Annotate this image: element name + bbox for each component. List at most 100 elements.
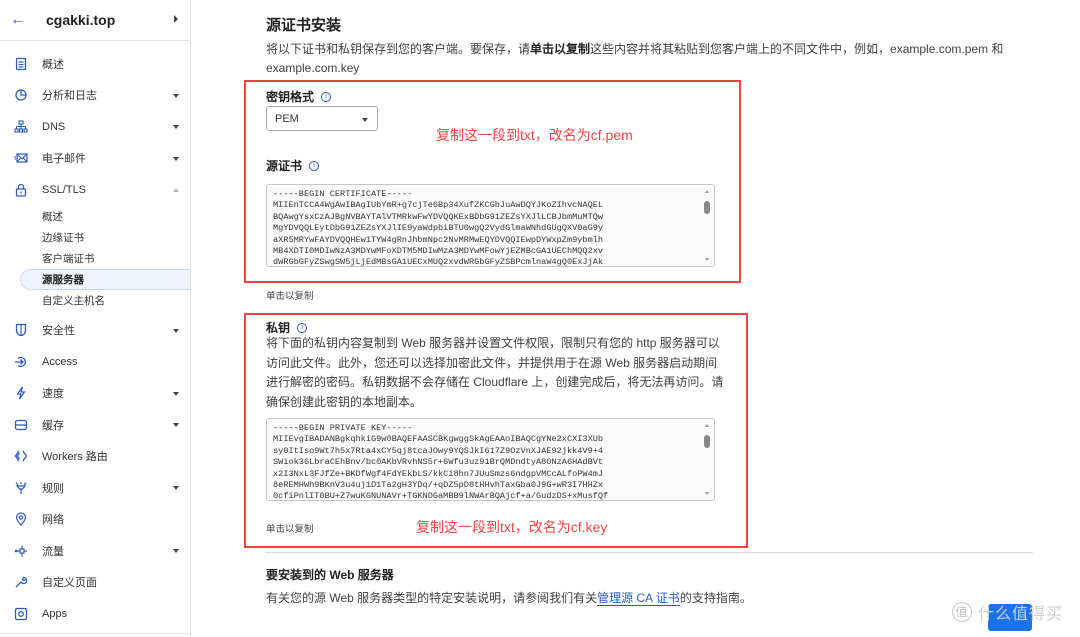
web-server-text: 的支持指南。: [679, 591, 752, 605]
scrollbar[interactable]: [703, 188, 712, 263]
network-icon: [0, 120, 42, 134]
origin-cert-label-text: 源证书: [266, 159, 303, 173]
private-key-description: 将下面的私钥内容复制到 Web 服务器并设置文件权限，限制只有您的 http 服…: [266, 336, 724, 409]
scroll-thumb[interactable]: [704, 201, 710, 214]
lightning-icon: [0, 386, 42, 400]
chevron-down-icon: [173, 328, 179, 333]
filter-icon: [0, 481, 42, 495]
key-copy-hint[interactable]: 单击以复制: [266, 521, 314, 535]
chevron-down-icon: [173, 391, 179, 396]
description-text: 将以下证书和私钥保存到您的客户端。要保存，请: [266, 42, 531, 56]
sidebar-item-label: 缓存: [42, 419, 64, 432]
access-icon: [0, 355, 42, 369]
sidebar-item-label: 安全性: [42, 325, 75, 338]
chevron-down-icon: [173, 423, 179, 427]
watermark-text: 什么值得买: [978, 606, 1064, 623]
info-icon[interactable]: i: [309, 160, 320, 171]
sidebar-item-label: SSL/TLS: [42, 183, 87, 196]
watermark: 值 什么值得买: [952, 600, 1063, 624]
domain-name: cgakki.top: [46, 12, 116, 28]
sidebar-item-label: 流量: [42, 545, 64, 558]
scroll-down-icon[interactable]: [705, 492, 709, 495]
chevron-down-icon: [173, 125, 179, 129]
chevron-up-icon: [173, 188, 179, 192]
sidebar-item-label: 速度: [42, 388, 64, 401]
lock-icon: [0, 183, 42, 197]
main-content: 源证书安装 将以下证书和私钥保存到您的客户端。要保存，请单击以复制这些内容并将其…: [191, 0, 1080, 637]
watermark-logo-icon: 值: [952, 602, 972, 622]
description-bold: 单击以复制: [530, 42, 591, 56]
web-server-description: 有关您的源 Web 服务器类型的特定安装说明，请参阅我们有关管理源 CA 证书的…: [266, 589, 752, 606]
key-format-label: 密钥格式 i: [266, 88, 332, 105]
location-pin-icon: [0, 512, 42, 527]
certificate-textarea[interactable]: -----BEGIN CERTIFICATE----- MIIEnTCCA4Wg…: [266, 184, 715, 267]
sidebar-item-label: 自定义页面: [42, 577, 97, 590]
sidebar-item-dns[interactable]: DNS: [0, 111, 190, 143]
origin-cert-label: 源证书 i: [266, 157, 320, 174]
sidebar-subitem-client-certificates[interactable]: 客户端证书: [0, 248, 190, 269]
sidebar-item-label: 分析和日志: [42, 90, 97, 103]
sidebar-item-label: 网络: [42, 514, 64, 527]
sidebar-subitem-origin-server[interactable]: 源服务器: [20, 268, 190, 290]
info-icon[interactable]: i: [321, 91, 332, 102]
traffic-icon: [0, 544, 42, 558]
sidebar-item-label: DNS: [42, 120, 66, 133]
sidebar-subitem-ssl-overview[interactable]: 概述: [0, 206, 190, 227]
private-key-textarea[interactable]: -----BEGIN PRIVATE KEY----- MIIEvgIBADAN…: [266, 418, 715, 501]
chevron-down-icon: [173, 156, 179, 161]
annotation-key: 复制这一段到txt，改名为cf.key: [416, 519, 608, 535]
sidebar-item-label: Access: [42, 355, 78, 368]
page-title: 源证书安装: [266, 17, 342, 34]
sidebar-header: ← cgakki.top: [0, 0, 190, 41]
sidebar-item-ssl-tls[interactable]: SSL/TLS: [0, 174, 190, 206]
key-format-select[interactable]: PEM: [266, 106, 378, 131]
scroll-up-icon[interactable]: [705, 190, 709, 193]
certificate-content: -----BEGIN CERTIFICATE----- MIIEnTCCA4Wg…: [273, 189, 604, 267]
private-key-content: -----BEGIN PRIVATE KEY----- MIIEvgIBADAN…: [273, 423, 609, 501]
apps-icon: [0, 607, 42, 621]
section-divider: [265, 552, 1033, 553]
key-format-value: PEM: [275, 112, 299, 125]
manage-origin-ca-link[interactable]: 管理源 CA 证书: [597, 591, 680, 606]
caret-right-icon[interactable]: [174, 15, 178, 23]
sidebar-item-rules[interactable]: 规则: [0, 472, 190, 504]
sidebar-item-access[interactable]: Access: [0, 346, 190, 378]
sidebar-subitem-edge-certificates[interactable]: 边缘证书: [0, 227, 190, 248]
sidebar-item-label: Apps: [42, 607, 68, 620]
sidebar-item-label: Workers 路由: [42, 451, 108, 464]
sidebar-item-workers-routes[interactable]: Workers 路由: [0, 441, 190, 473]
scroll-thumb[interactable]: [704, 435, 710, 448]
scrollbar[interactable]: [703, 422, 712, 497]
sidebar-item-network[interactable]: 网络: [0, 504, 190, 536]
sidebar-item-speed[interactable]: 速度: [0, 378, 190, 410]
scroll-up-icon[interactable]: [705, 424, 709, 427]
sidebar: ← cgakki.top 概述 分析和日志 DNS 电子邮件 SSL/TLS 概…: [0, 0, 191, 637]
chevron-down-icon: [362, 118, 368, 122]
sidebar-item-custom-pages[interactable]: 自定义页面: [0, 567, 190, 599]
sidebar-item-apps[interactable]: Apps: [0, 598, 190, 630]
clipboard-icon: [0, 57, 42, 71]
scroll-down-icon[interactable]: [705, 258, 709, 261]
chevron-down-icon: [173, 486, 179, 490]
sidebar-item-email[interactable]: 电子邮件: [0, 143, 190, 175]
arrow-left-icon[interactable]: ←: [10, 11, 36, 29]
sidebar-item-cache[interactable]: 缓存: [0, 409, 190, 441]
page-description: 将以下证书和私钥保存到您的客户端。要保存，请单击以复制这些内容并将其粘贴到您客户…: [266, 40, 1036, 78]
pie-chart-icon: [0, 88, 42, 102]
wrench-icon: [0, 575, 42, 589]
sidebar-item-label: 概述: [42, 58, 64, 71]
sidebar-item-analytics[interactable]: 分析和日志: [0, 80, 190, 112]
sidebar-item-traffic[interactable]: 流量: [0, 535, 190, 567]
sidebar-divider: [0, 633, 190, 634]
sidebar-item-security[interactable]: 安全性: [0, 315, 190, 347]
shield-icon: [0, 323, 42, 337]
sidebar-item-label: 电子邮件: [42, 153, 86, 166]
sidebar-item-overview[interactable]: 概述: [0, 48, 190, 80]
sidebar-item-label: 规则: [42, 482, 64, 495]
sidebar-subitem-custom-hostnames[interactable]: 自定义主机名: [0, 290, 190, 311]
key-format-label-text: 密钥格式: [266, 90, 315, 104]
workers-icon: [0, 449, 42, 463]
info-icon[interactable]: i: [297, 322, 308, 333]
cert-copy-hint[interactable]: 单击以复制: [266, 288, 314, 302]
chevron-down-icon: [173, 549, 179, 553]
